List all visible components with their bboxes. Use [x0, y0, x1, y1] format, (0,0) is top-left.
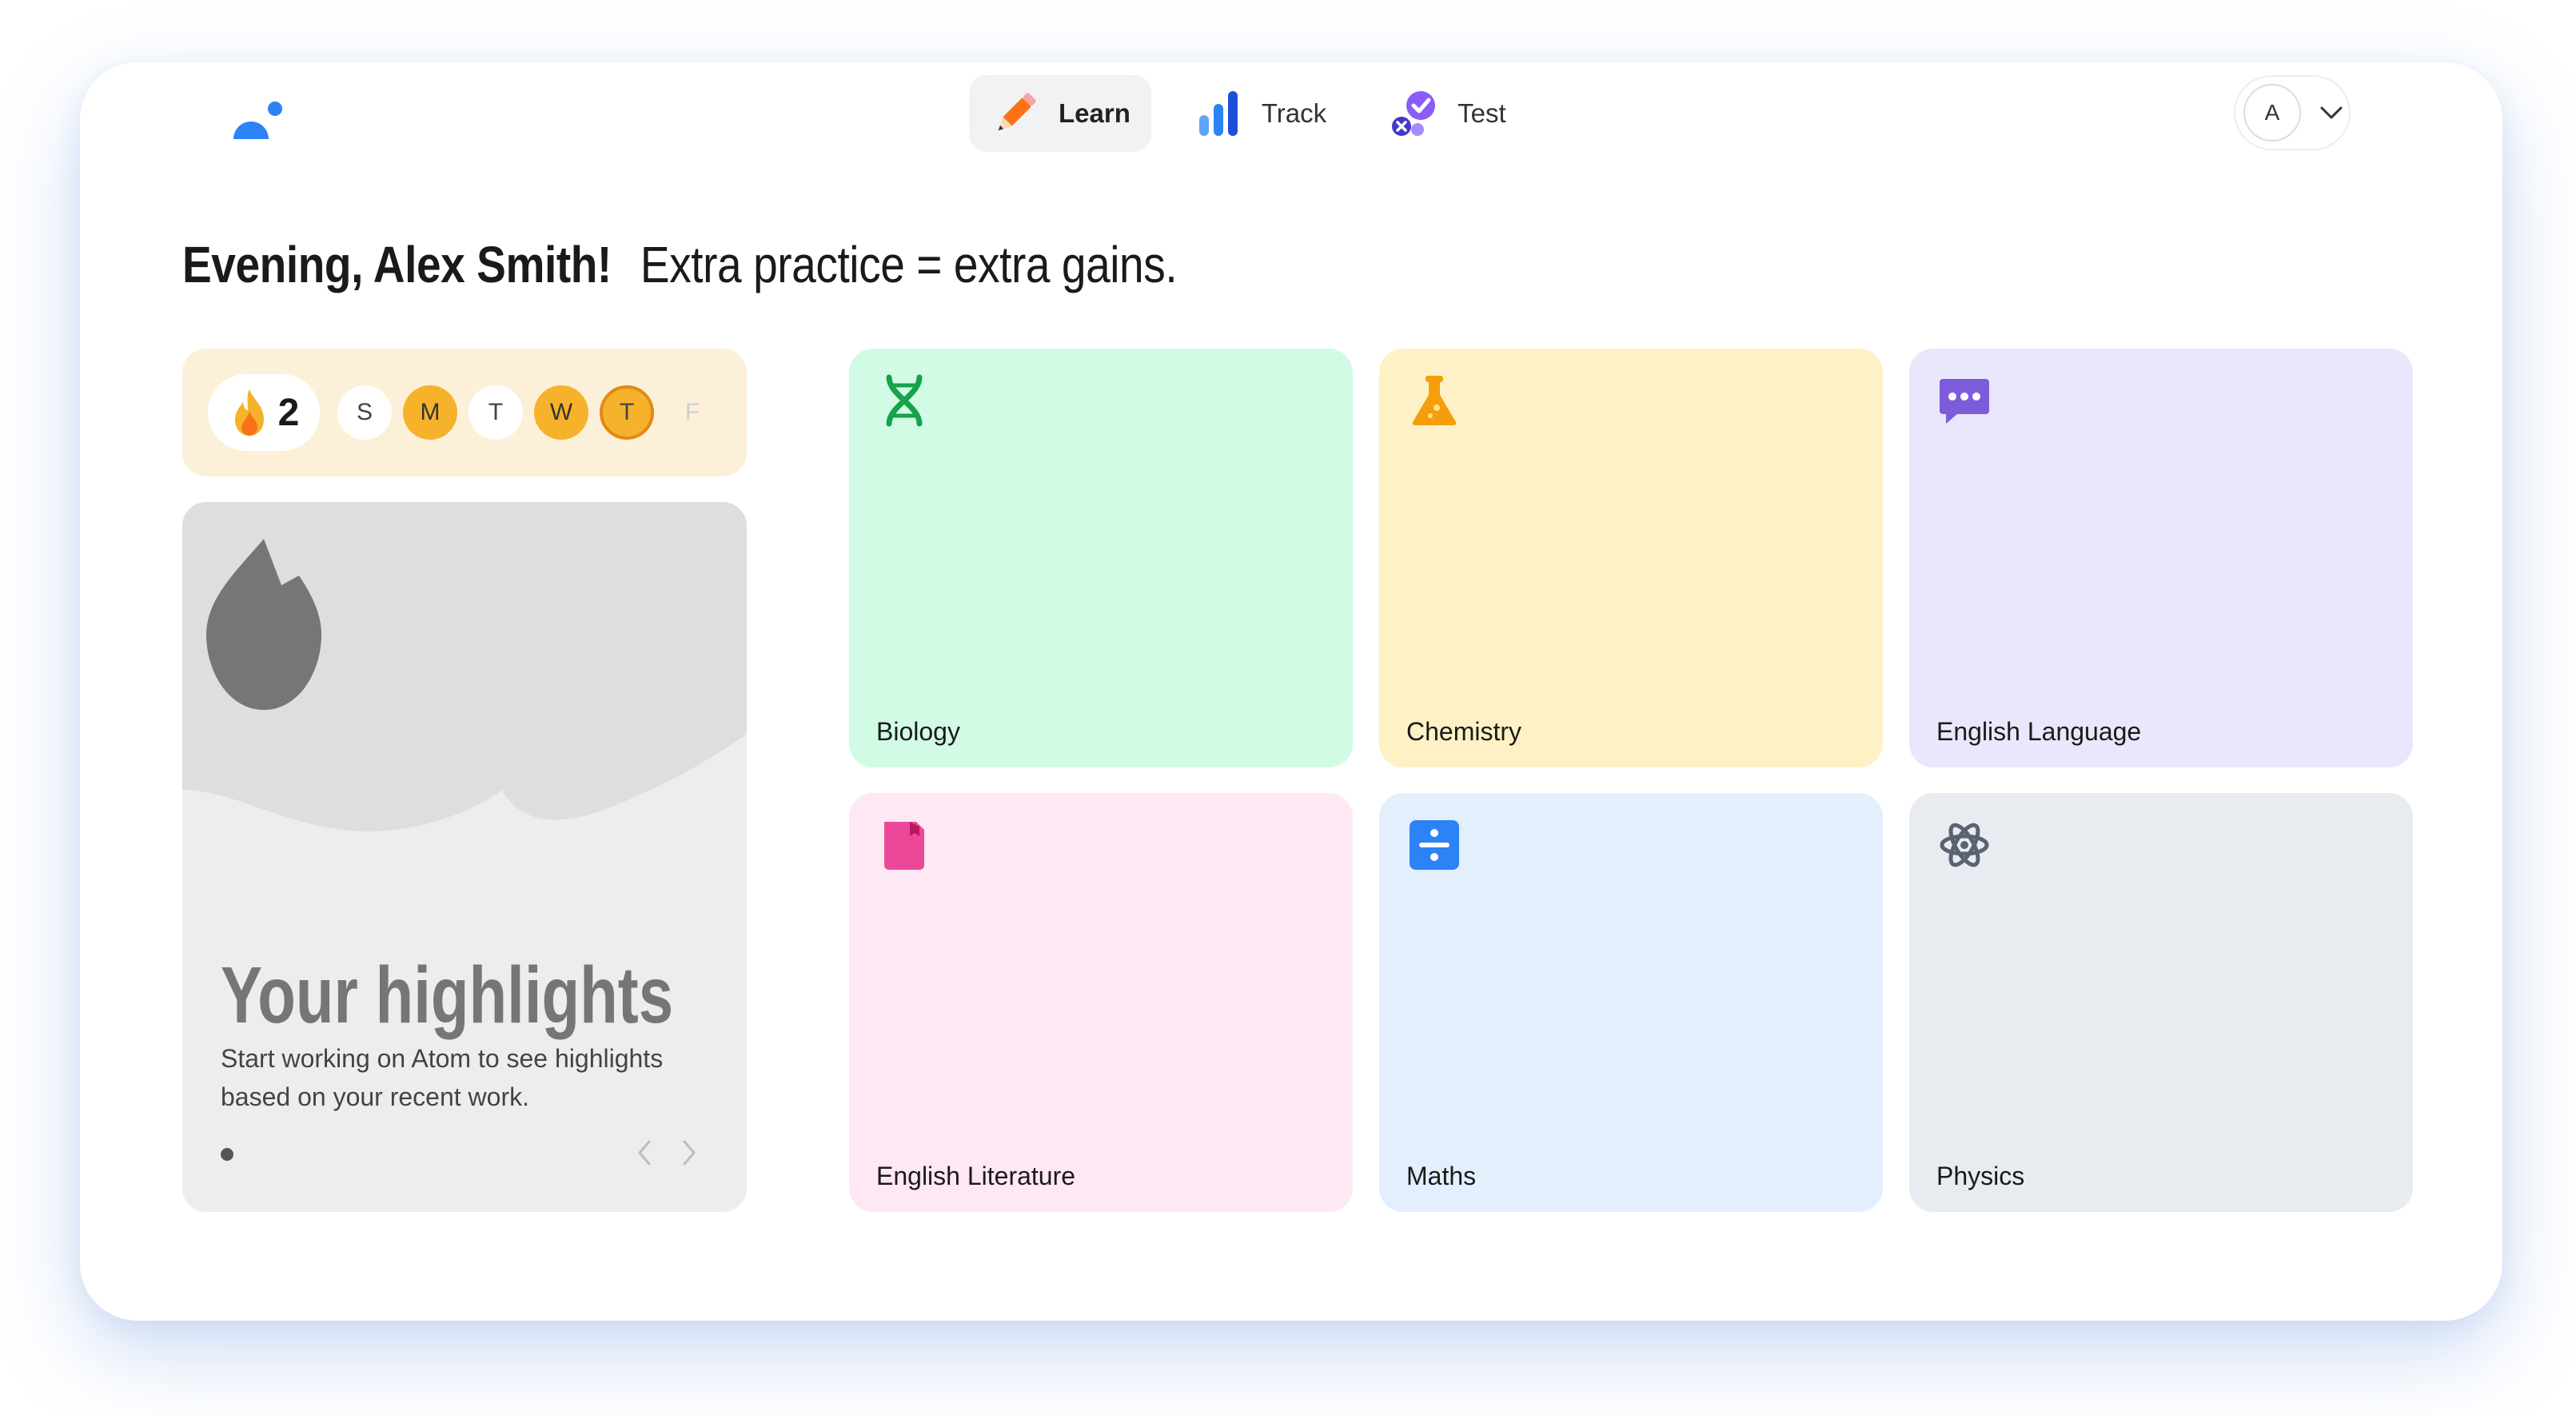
subject-name-chemistry: Chemistry	[1406, 717, 1522, 746]
subject-card-physics[interactable]: Physics	[1909, 793, 2413, 1212]
streak-day-wednesday: W	[534, 385, 588, 440]
check-cross-icon	[1392, 91, 1436, 136]
highlights-title: Your highlights	[221, 951, 674, 1040]
speech-bubble-icon	[1940, 379, 1989, 424]
tab-learn-label: Learn	[1059, 98, 1130, 128]
subjects-grid: Biology Chemistry English Language Engli…	[849, 349, 2413, 1212]
tab-learn[interactable]: Learn	[969, 75, 1151, 152]
tab-test-label: Test	[1457, 98, 1506, 128]
main-nav: Learn Track Test	[969, 75, 1527, 152]
page-title: Evening, Alex Smith! Extra practice = ext…	[182, 235, 1178, 294]
bar-chart-icon	[1198, 91, 1238, 136]
divide-icon	[1410, 820, 1459, 870]
carousel-arrows	[630, 1135, 704, 1170]
atom-icon	[1940, 823, 1989, 867]
subject-name-english-literature: English Literature	[876, 1162, 1076, 1190]
highlights-description: Start working on Atom to see highlights …	[221, 1044, 664, 1111]
subject-card-biology[interactable]: Biology	[849, 349, 1353, 767]
subject-card-maths[interactable]: Maths	[1379, 793, 1883, 1212]
subject-name-biology: Biology	[876, 717, 960, 746]
subject-name-maths: Maths	[1406, 1162, 1477, 1190]
greeting-tagline: Extra practice = extra gains.	[640, 236, 1178, 293]
streak-count: 2	[277, 391, 300, 434]
tab-test[interactable]: Test	[1368, 75, 1527, 152]
tab-track-label: Track	[1261, 98, 1327, 128]
streak-day-tuesday: T	[469, 385, 523, 440]
highlights-card: Your highlights Start working on Atom to…	[182, 502, 747, 1212]
book-icon	[884, 822, 924, 870]
subject-card-english-language[interactable]: English Language	[1909, 349, 2413, 767]
streak-card[interactable]: 2 S M T W T F	[182, 349, 747, 476]
subject-name-english-language: English Language	[1936, 717, 2142, 746]
streak-day-sunday: S	[337, 385, 392, 440]
app-window: Learn Track Test A Evening, Alex Smith! …	[80, 62, 2502, 1321]
atom-logo-icon[interactable]	[230, 96, 286, 144]
flask-icon	[1412, 376, 1457, 425]
user-menu[interactable]: A	[2234, 75, 2351, 150]
chevron-left-icon[interactable]	[630, 1135, 659, 1170]
carousel-dot[interactable]	[221, 1148, 233, 1161]
chevron-right-icon[interactable]	[675, 1135, 704, 1170]
flame-icon	[234, 389, 264, 436]
streak-count-badge: 2	[208, 374, 320, 451]
chevron-down-icon	[2320, 106, 2343, 119]
dna-icon	[886, 374, 923, 427]
pencil-icon	[998, 93, 1036, 131]
greeting-text: Evening, Alex Smith!	[182, 236, 612, 293]
tab-track[interactable]: Track	[1172, 75, 1347, 152]
subject-name-physics: Physics	[1936, 1162, 2025, 1190]
subject-card-english-literature[interactable]: English Literature	[849, 793, 1353, 1212]
streak-day-thursday: T	[600, 385, 654, 440]
streak-day-friday: F	[684, 399, 700, 425]
subject-card-chemistry[interactable]: Chemistry	[1379, 349, 1883, 767]
streak-day-monday: M	[403, 385, 457, 440]
avatar: A	[2243, 84, 2301, 142]
streak-days: S M T W T F	[337, 385, 720, 440]
